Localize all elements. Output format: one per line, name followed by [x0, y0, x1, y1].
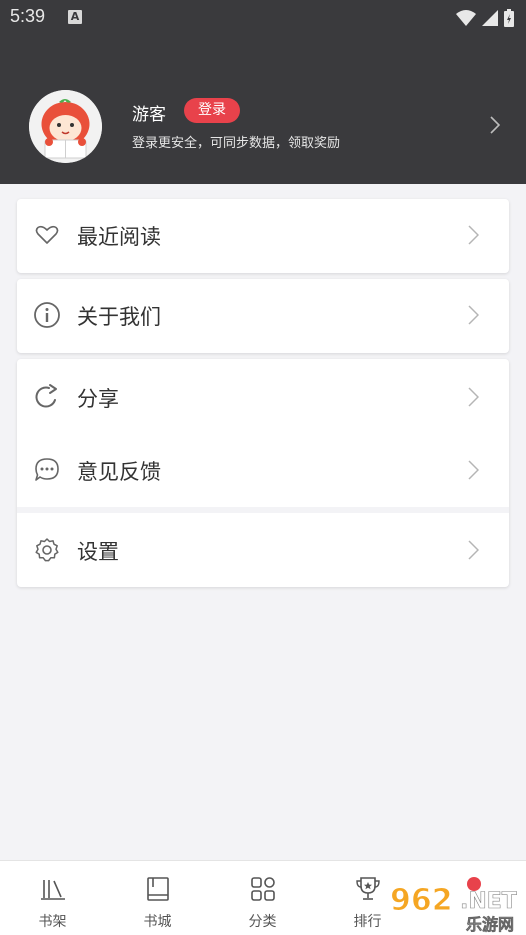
- menu-item-recent-reading[interactable]: 最近阅读: [17, 199, 509, 271]
- menu-item-share[interactable]: 分享: [17, 361, 509, 433]
- svg-text:962: 962: [390, 883, 453, 918]
- chevron-right-icon: [468, 305, 479, 325]
- chevron-right-icon: [468, 460, 479, 480]
- tab-bookstore[interactable]: 书城: [105, 861, 210, 935]
- signal-icon: [482, 10, 498, 26]
- actions-card: 分享 意见反馈 设置: [17, 359, 509, 587]
- menu-item-feedback[interactable]: 意见反馈: [17, 434, 509, 506]
- menu-label-settings: 设置: [77, 540, 119, 564]
- avatar[interactable]: [29, 90, 102, 163]
- chevron-right-icon: [468, 387, 479, 407]
- chevron-right-icon[interactable]: [490, 116, 500, 134]
- status-time: 5:39: [10, 6, 46, 26]
- book-icon: [147, 877, 169, 901]
- status-bar: 5:39 A: [0, 0, 526, 36]
- menu-item-about-us[interactable]: 关于我们: [17, 279, 509, 351]
- profile-header[interactable]: 游客 登录 登录更安全，可同步数据，领取奖励: [0, 36, 526, 184]
- chevron-right-icon: [468, 540, 479, 560]
- menu-label-about-us: 关于我们: [77, 305, 161, 329]
- tab-label-bookstore: 书城: [143, 914, 172, 930]
- username: 游客: [132, 105, 166, 125]
- profile-subtitle: 登录更安全，可同步数据，领取奖励: [132, 136, 341, 151]
- info-icon: [34, 302, 60, 328]
- menu-item-settings[interactable]: 设置: [17, 514, 509, 586]
- grid-icon: [251, 877, 275, 901]
- site-logo-icon: 962 .NET 乐游网: [390, 877, 517, 934]
- chevron-right-icon: [468, 225, 479, 245]
- tomato-mascot-icon: [29, 90, 102, 163]
- watermark-logo: 962 .NET 乐游网: [388, 868, 526, 934]
- divider: [17, 507, 509, 513]
- svg-text:乐游网: 乐游网: [466, 915, 514, 934]
- menu-label-feedback: 意见反馈: [77, 460, 161, 484]
- recent-reading-card: 最近阅读: [17, 199, 509, 273]
- heart-icon: [35, 225, 59, 244]
- chat-bubble-icon: [35, 458, 59, 481]
- login-button[interactable]: 登录: [184, 98, 240, 123]
- wifi-icon: [456, 10, 476, 26]
- gear-icon: [35, 538, 59, 562]
- notification-icon: A: [68, 10, 82, 24]
- about-card: 关于我们: [17, 279, 509, 353]
- status-icons: [456, 8, 514, 28]
- bookshelf-icon: [41, 880, 65, 900]
- svg-text:.NET: .NET: [460, 889, 517, 914]
- tab-category[interactable]: 分类: [210, 861, 315, 935]
- tab-label-category: 分类: [248, 914, 277, 930]
- tab-label-bookshelf: 书架: [38, 914, 67, 930]
- tab-bookshelf[interactable]: 书架: [0, 861, 105, 935]
- menu-label-recent-reading: 最近阅读: [77, 225, 161, 249]
- trophy-icon: [356, 877, 380, 900]
- share-icon: [35, 384, 57, 408]
- battery-icon: [504, 9, 514, 27]
- menu-label-share: 分享: [77, 387, 119, 411]
